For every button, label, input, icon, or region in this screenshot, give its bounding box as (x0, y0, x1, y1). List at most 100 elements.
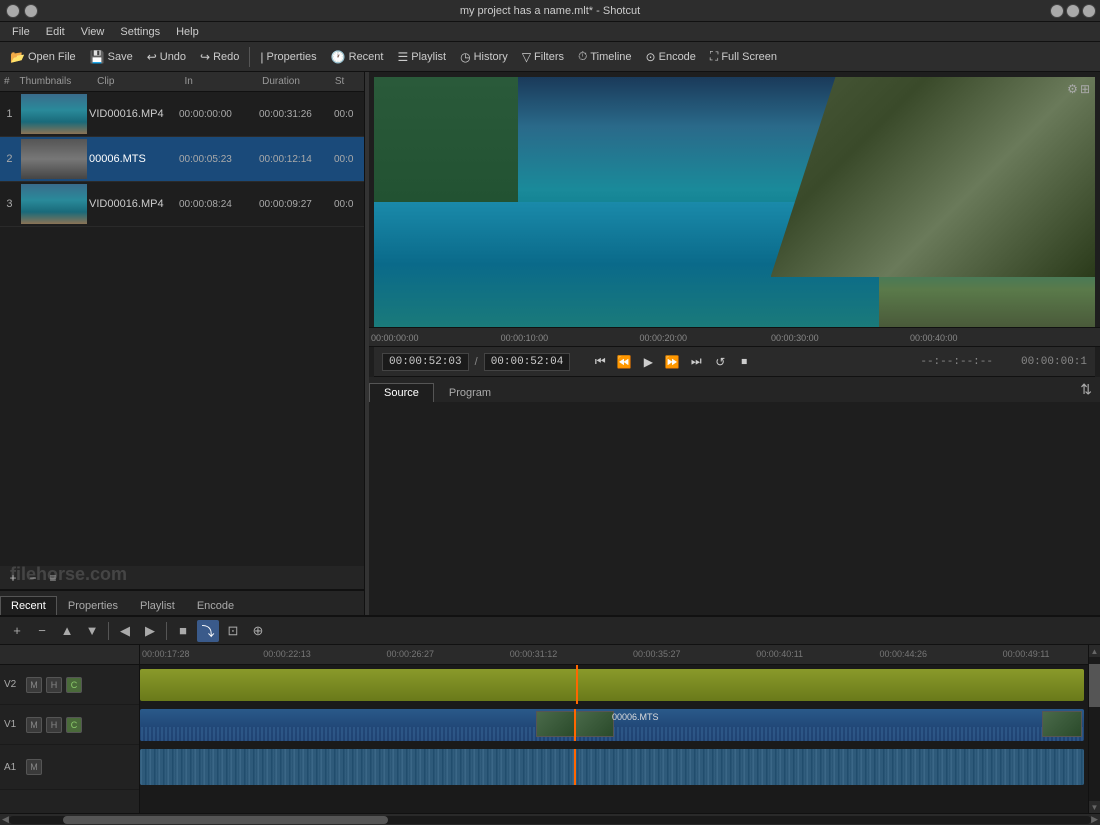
timeline-down-button[interactable]: ▼ (81, 620, 103, 642)
scroll-up-button[interactable]: ▲ (1089, 645, 1100, 657)
redo-button[interactable]: ↪ Redo (194, 48, 245, 66)
timeline-add-button[interactable]: + (6, 620, 28, 642)
scroll-down-button[interactable]: ▼ (1089, 801, 1100, 813)
vertical-scrollbar[interactable]: ▲ ▼ (1088, 645, 1100, 813)
col-thumbnails: Thumbnails (20, 76, 98, 87)
maximize-btn[interactable] (24, 4, 38, 18)
loop-button[interactable]: ↺ (710, 352, 730, 372)
clip-thumbnail (21, 94, 87, 134)
go-to-start-button[interactable]: ⏮ (590, 352, 610, 372)
clip-v1[interactable]: 00006.MTS (140, 709, 1084, 741)
clip-duration: 00:00:12:14 (259, 154, 334, 165)
current-time-display[interactable]: 00:00:52:03 (382, 353, 469, 371)
clip-duration: 00:00:09:27 (259, 199, 334, 210)
filters-icon: ▽ (522, 50, 531, 64)
right-panel: ⚙ ⊞ 00:00:00:00 00:00:10:00 00:00:20:00 … (369, 72, 1100, 615)
timeline-forward-button[interactable]: ▶ (139, 620, 161, 642)
panel-resize-icon[interactable]: ⇅ (1072, 381, 1100, 398)
tab-recent[interactable]: Recent (0, 596, 57, 615)
table-row[interactable]: 1 VID00016.MP4 00:00:00:00 00:00:31:26 0… (0, 92, 364, 137)
tl-ruler-mark-6: 00:00:44:26 (879, 649, 927, 659)
go-to-end-button[interactable]: ⏭ (686, 352, 706, 372)
play-prev-button[interactable]: ⏪ (614, 352, 634, 372)
timeline-ripple-button[interactable]: ⤵ (197, 620, 219, 642)
timeline-icon: ⏱ (578, 49, 587, 64)
track-label-v2: V2 M H C (0, 665, 139, 705)
encode-button[interactable]: ⊙ Encode (640, 48, 702, 66)
play-next-button[interactable]: ⏩ (662, 352, 682, 372)
recent-button[interactable]: 🕐 Recent (325, 48, 390, 66)
menu-file[interactable]: File (4, 26, 38, 38)
watermark: filehorse.com (10, 564, 127, 585)
track-mute-v1[interactable]: M (26, 717, 42, 733)
clip-v2[interactable] (140, 669, 1084, 701)
save-button[interactable]: 💾 Save (84, 48, 139, 66)
scroll-right-button[interactable]: ▶ (1091, 814, 1098, 825)
audio-waveform (140, 749, 1084, 785)
table-row[interactable]: 2 00006.MTS 00:00:05:23 00:00:12:14 00:0 (0, 137, 364, 182)
track-lock-v2[interactable]: C (66, 677, 82, 693)
tl-ruler-mark-3: 00:00:31:12 (510, 649, 558, 659)
menu-view[interactable]: View (73, 26, 113, 38)
fullscreen-button[interactable]: ⛶ Full Screen (704, 47, 783, 66)
tab-properties[interactable]: Properties (57, 596, 129, 615)
timeline-overwrite-button[interactable]: ⊡ (222, 620, 244, 642)
menu-settings[interactable]: Settings (112, 26, 168, 38)
table-row[interactable]: 3 VID00016.MP4 00:00:08:24 00:00:09:27 0… (0, 182, 364, 227)
open-file-button[interactable]: 📂 Open File (4, 48, 82, 66)
timeline-toolbar: + − ▲ ▼ ◀ ▶ ■ ⤵ ⊡ ⊕ (0, 617, 1100, 645)
menubar: File Edit View Settings Help (0, 22, 1100, 42)
track-lock-v1[interactable]: C (66, 717, 82, 733)
hscroll-thumb[interactable] (63, 816, 388, 824)
track-hide-v2[interactable]: H (46, 677, 62, 693)
timeline-back-button[interactable]: ◀ (114, 620, 136, 642)
clip-thumbnail (21, 139, 87, 179)
restore-btn[interactable] (1066, 4, 1080, 18)
track-mute-v2[interactable]: M (26, 677, 42, 693)
history-button[interactable]: ◷ History (454, 48, 514, 66)
main-content: # Thumbnails Clip In Duration St 1 VID00… (0, 72, 1100, 615)
track-mute-a1[interactable]: M (26, 759, 42, 775)
preview-image (374, 77, 1095, 327)
timeline-remove-button[interactable]: − (31, 620, 53, 642)
stop-button[interactable]: ⏹ (734, 352, 754, 372)
menu-help[interactable]: Help (168, 26, 207, 38)
preview-settings-icon[interactable]: ⚙ (1067, 82, 1078, 96)
timeline-scrub-button[interactable]: ⊕ (247, 620, 269, 642)
tab-encode[interactable]: Encode (186, 596, 245, 615)
preview-zoom-icon[interactable]: ⊞ (1080, 82, 1090, 96)
timeline-toolbar-sep (108, 622, 109, 640)
titlebar: my project has a name.mlt* - Shotcut (0, 0, 1100, 22)
clip-a1[interactable] (140, 749, 1084, 785)
thumb-image (21, 139, 87, 179)
close-btn[interactable] (1050, 4, 1064, 18)
tab-playlist[interactable]: Playlist (129, 596, 186, 615)
timeline-append-button[interactable]: ■ (172, 620, 194, 642)
play-button[interactable]: ▶ (638, 352, 658, 372)
timeline-up-button[interactable]: ▲ (56, 620, 78, 642)
track-v2 (140, 665, 1088, 705)
clip-list: # Thumbnails Clip In Duration St 1 VID00… (0, 72, 364, 319)
menu-edit[interactable]: Edit (38, 26, 73, 38)
filters-button[interactable]: ▽ Filters (516, 48, 570, 66)
timeline-toolbar-sep2 (166, 622, 167, 640)
playlist-button[interactable]: ☰ Playlist (391, 48, 452, 66)
timeline-button[interactable]: ⏱ Timeline (572, 47, 638, 66)
vscroll-thumb[interactable] (1089, 664, 1100, 707)
tab-source[interactable]: Source (369, 383, 434, 402)
track-hide-v1[interactable]: H (46, 717, 62, 733)
clip-thumbnail (21, 184, 87, 224)
winclose-btn[interactable] (1082, 4, 1096, 18)
scroll-left-button[interactable]: ◀ (2, 814, 9, 825)
clip-info: VID00016.MP4 00:00:08:24 00:00:09:27 00:… (89, 196, 364, 212)
minimize-btn[interactable] (6, 4, 20, 18)
clip-list-header: # Thumbnails Clip In Duration St (0, 72, 364, 92)
fullscreen-icon: ⛶ (710, 49, 718, 64)
clip-v1-thumb-1 (536, 711, 576, 737)
horizontal-scrollbar[interactable]: ◀ ▶ (0, 813, 1100, 825)
properties-icon: | (260, 50, 263, 64)
properties-button[interactable]: | Properties (254, 48, 322, 66)
time-separator: / (475, 356, 478, 368)
undo-button[interactable]: ↩ Undo (141, 48, 192, 66)
tab-program[interactable]: Program (434, 383, 506, 402)
